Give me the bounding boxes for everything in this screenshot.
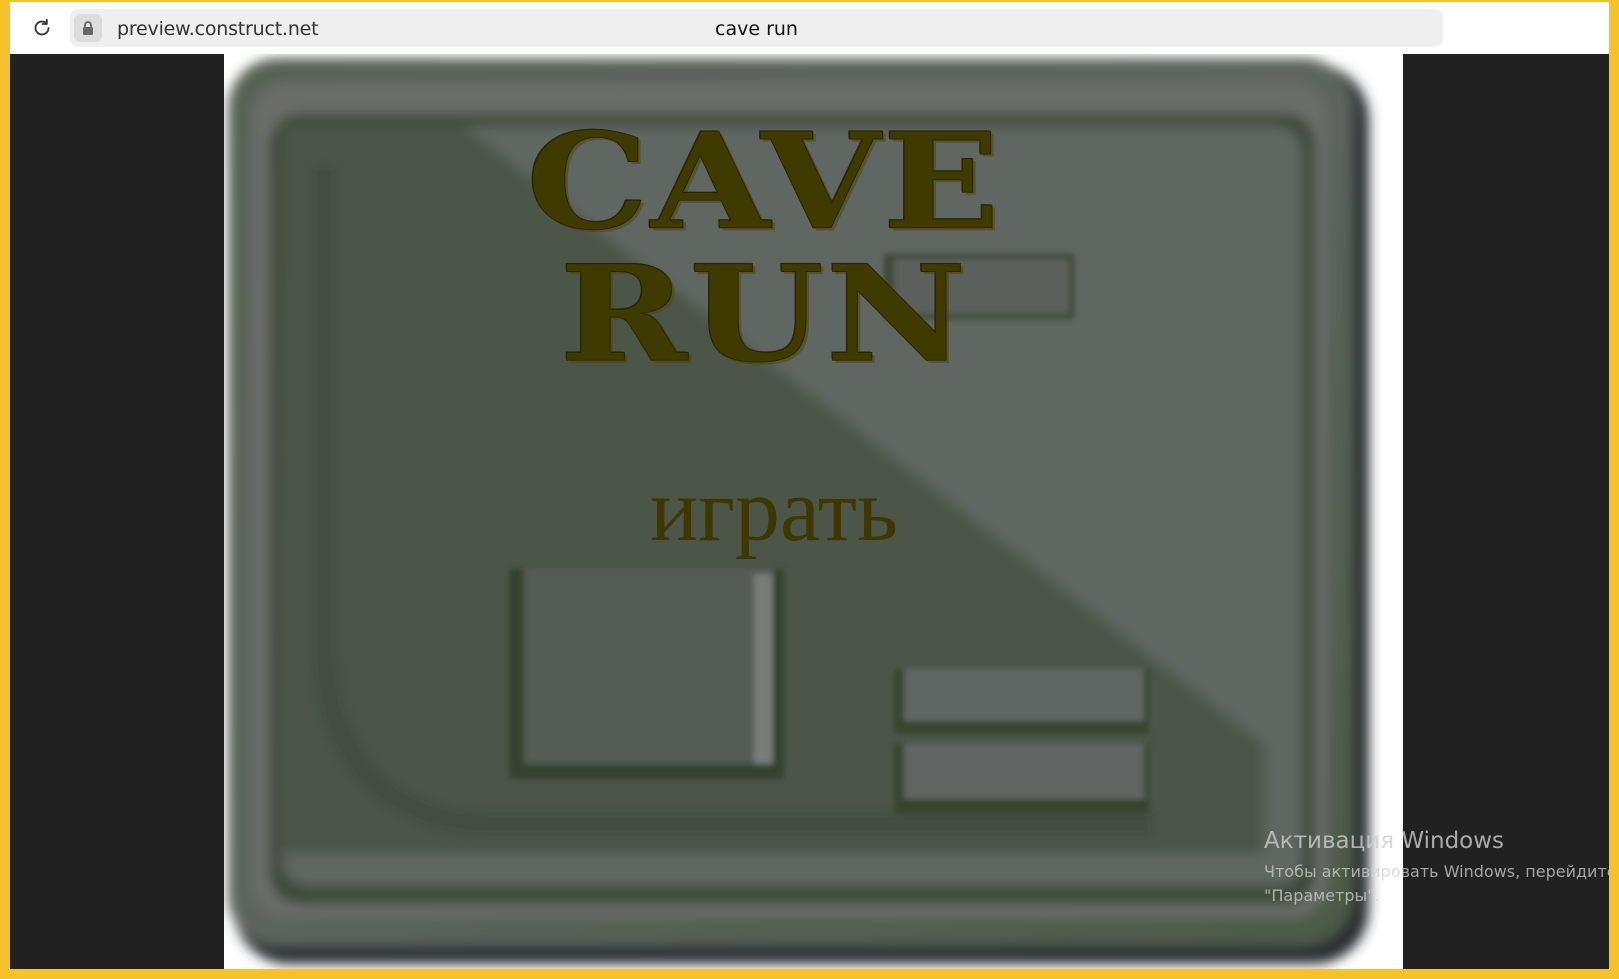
page-title: cave run bbox=[715, 18, 798, 40]
play-button[interactable]: играть bbox=[604, 466, 944, 556]
game-canvas[interactable]: CAVE RUN играть bbox=[224, 54, 1403, 969]
game-viewport: CAVE RUN играть Активация Windows Чтобы … bbox=[10, 54, 1609, 969]
game-logo: CAVE RUN bbox=[526, 103, 1002, 393]
browser-toolbar: preview.construct.net cave run bbox=[10, 2, 1609, 54]
browser-window: preview.construct.net cave run CAVE RUN … bbox=[8, 0, 1611, 971]
reload-icon[interactable] bbox=[28, 14, 56, 42]
address-bar[interactable]: preview.construct.net cave run bbox=[70, 9, 1443, 47]
